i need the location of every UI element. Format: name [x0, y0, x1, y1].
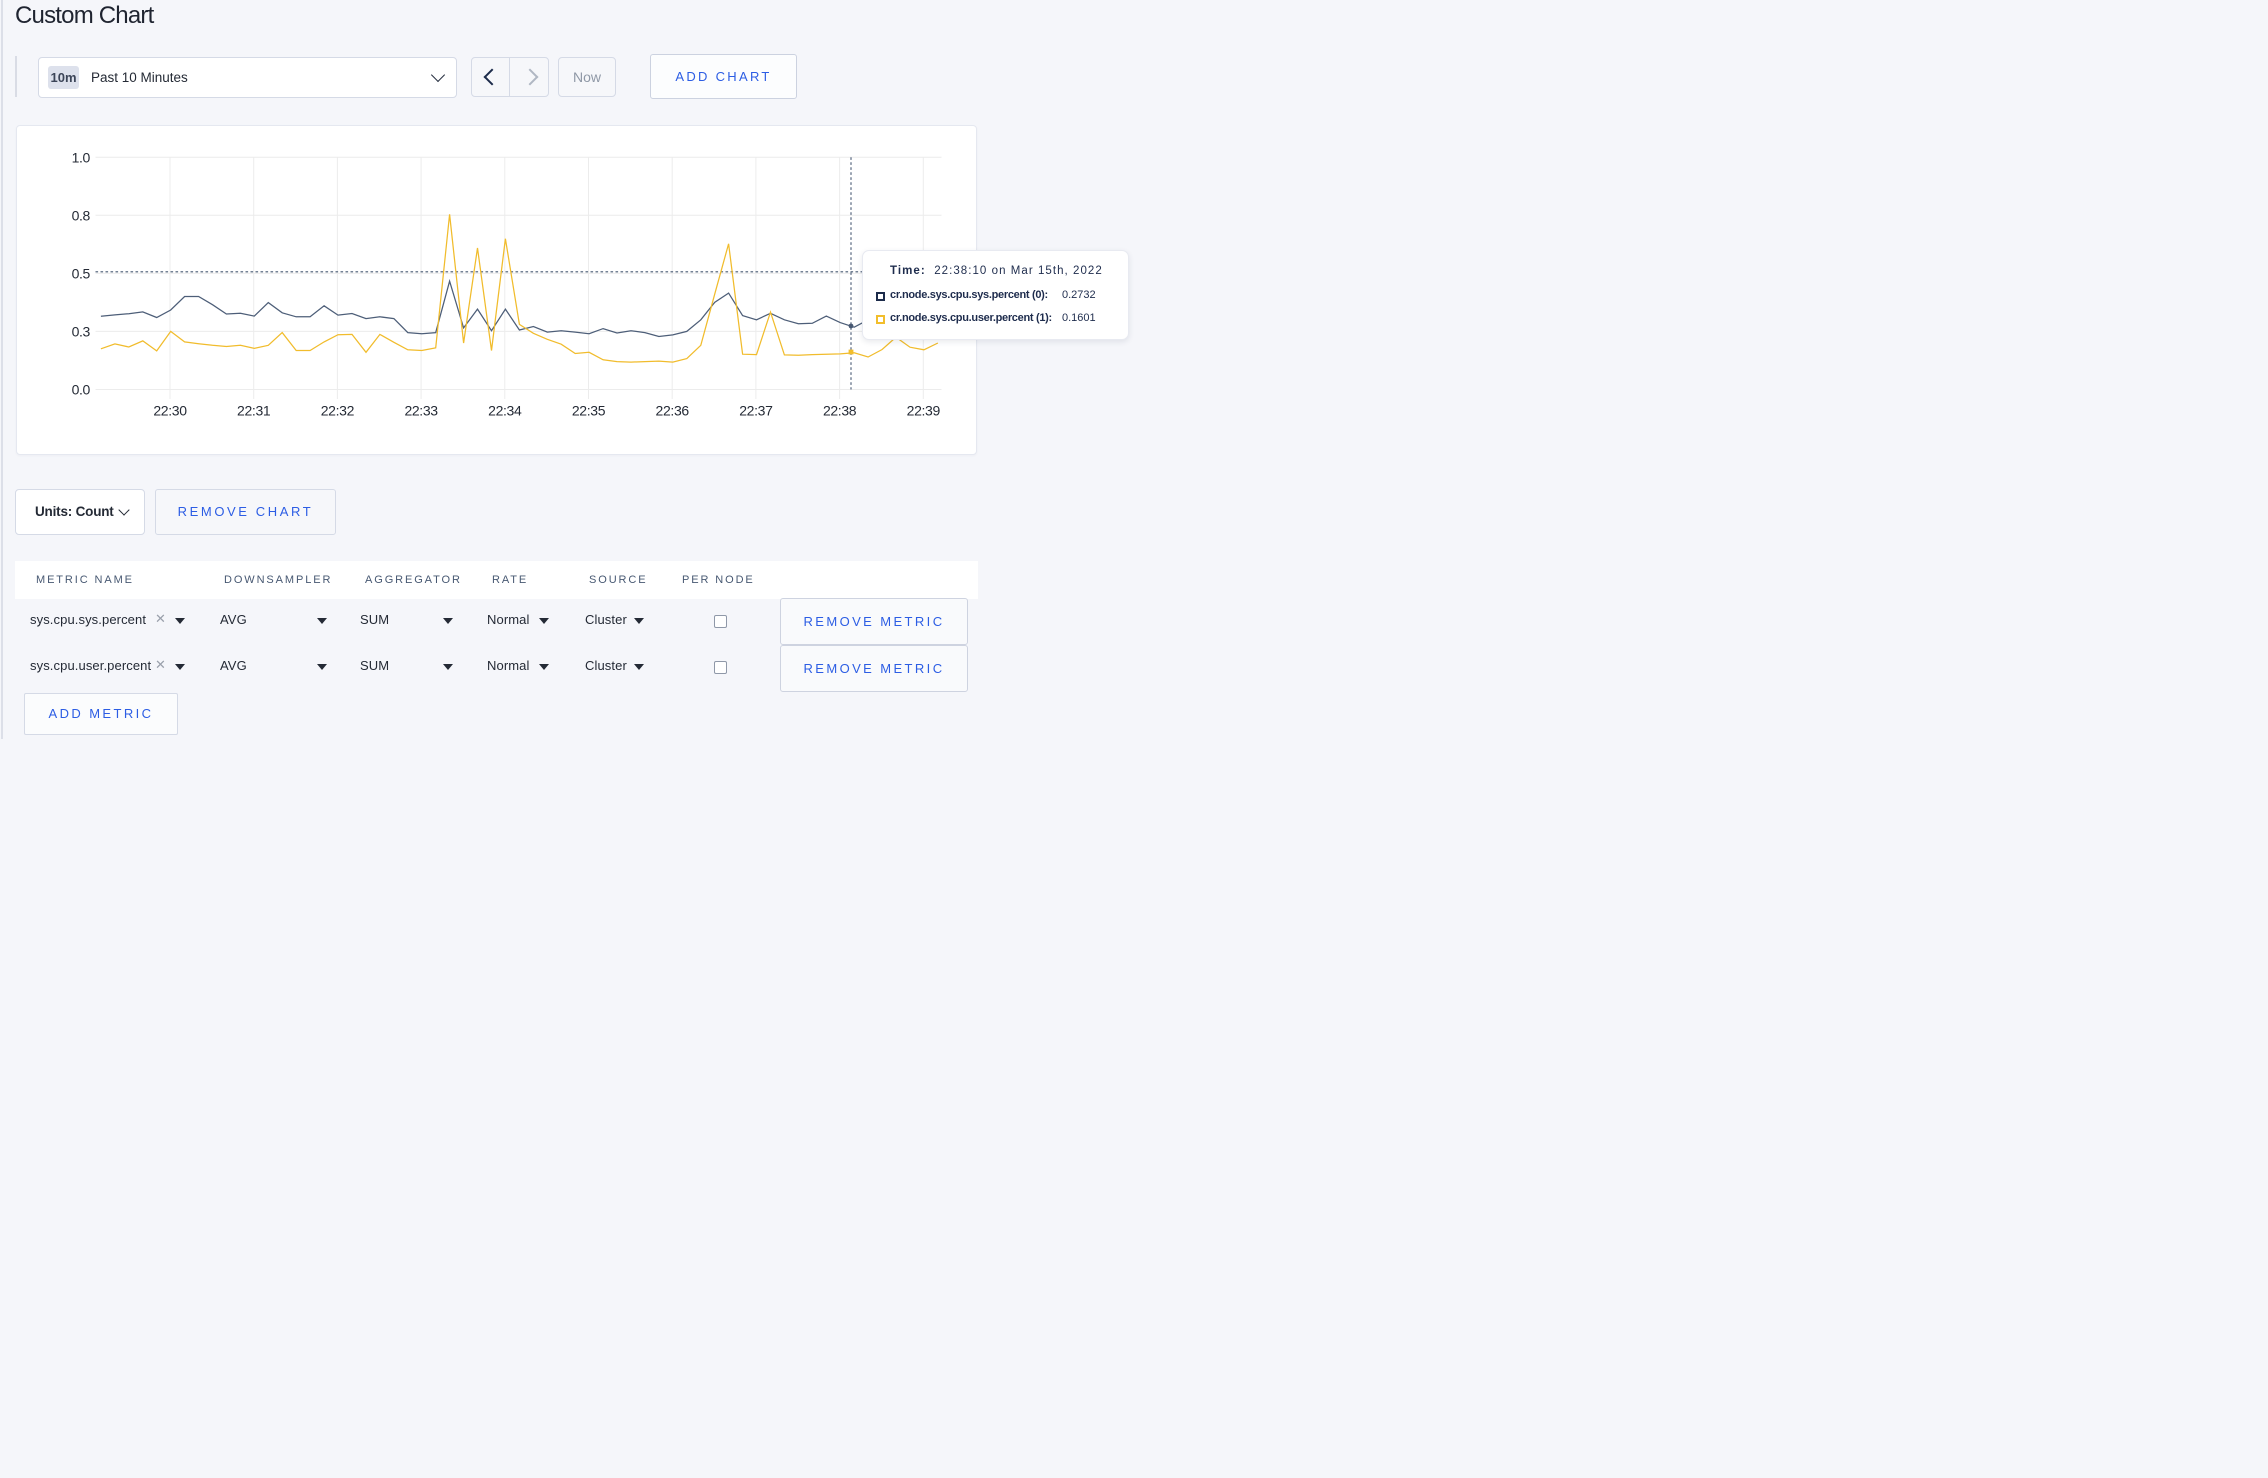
svg-text:22:30: 22:30 — [153, 403, 187, 419]
svg-text:22:36: 22:36 — [656, 403, 690, 419]
svg-text:22:31: 22:31 — [237, 403, 271, 419]
svg-text:0.3: 0.3 — [72, 323, 91, 339]
svg-text:22:34: 22:34 — [488, 403, 522, 419]
svg-text:22:37: 22:37 — [739, 403, 773, 419]
svg-text:1.0: 1.0 — [72, 149, 91, 165]
svg-text:0.5: 0.5 — [72, 265, 91, 281]
svg-text:22:35: 22:35 — [572, 403, 606, 419]
svg-text:22:38: 22:38 — [823, 403, 857, 419]
svg-text:0.8: 0.8 — [72, 207, 91, 223]
svg-text:0.0: 0.0 — [72, 382, 91, 398]
svg-text:22:33: 22:33 — [404, 403, 438, 419]
svg-text:22:39: 22:39 — [907, 403, 941, 419]
svg-text:22:32: 22:32 — [321, 403, 355, 419]
